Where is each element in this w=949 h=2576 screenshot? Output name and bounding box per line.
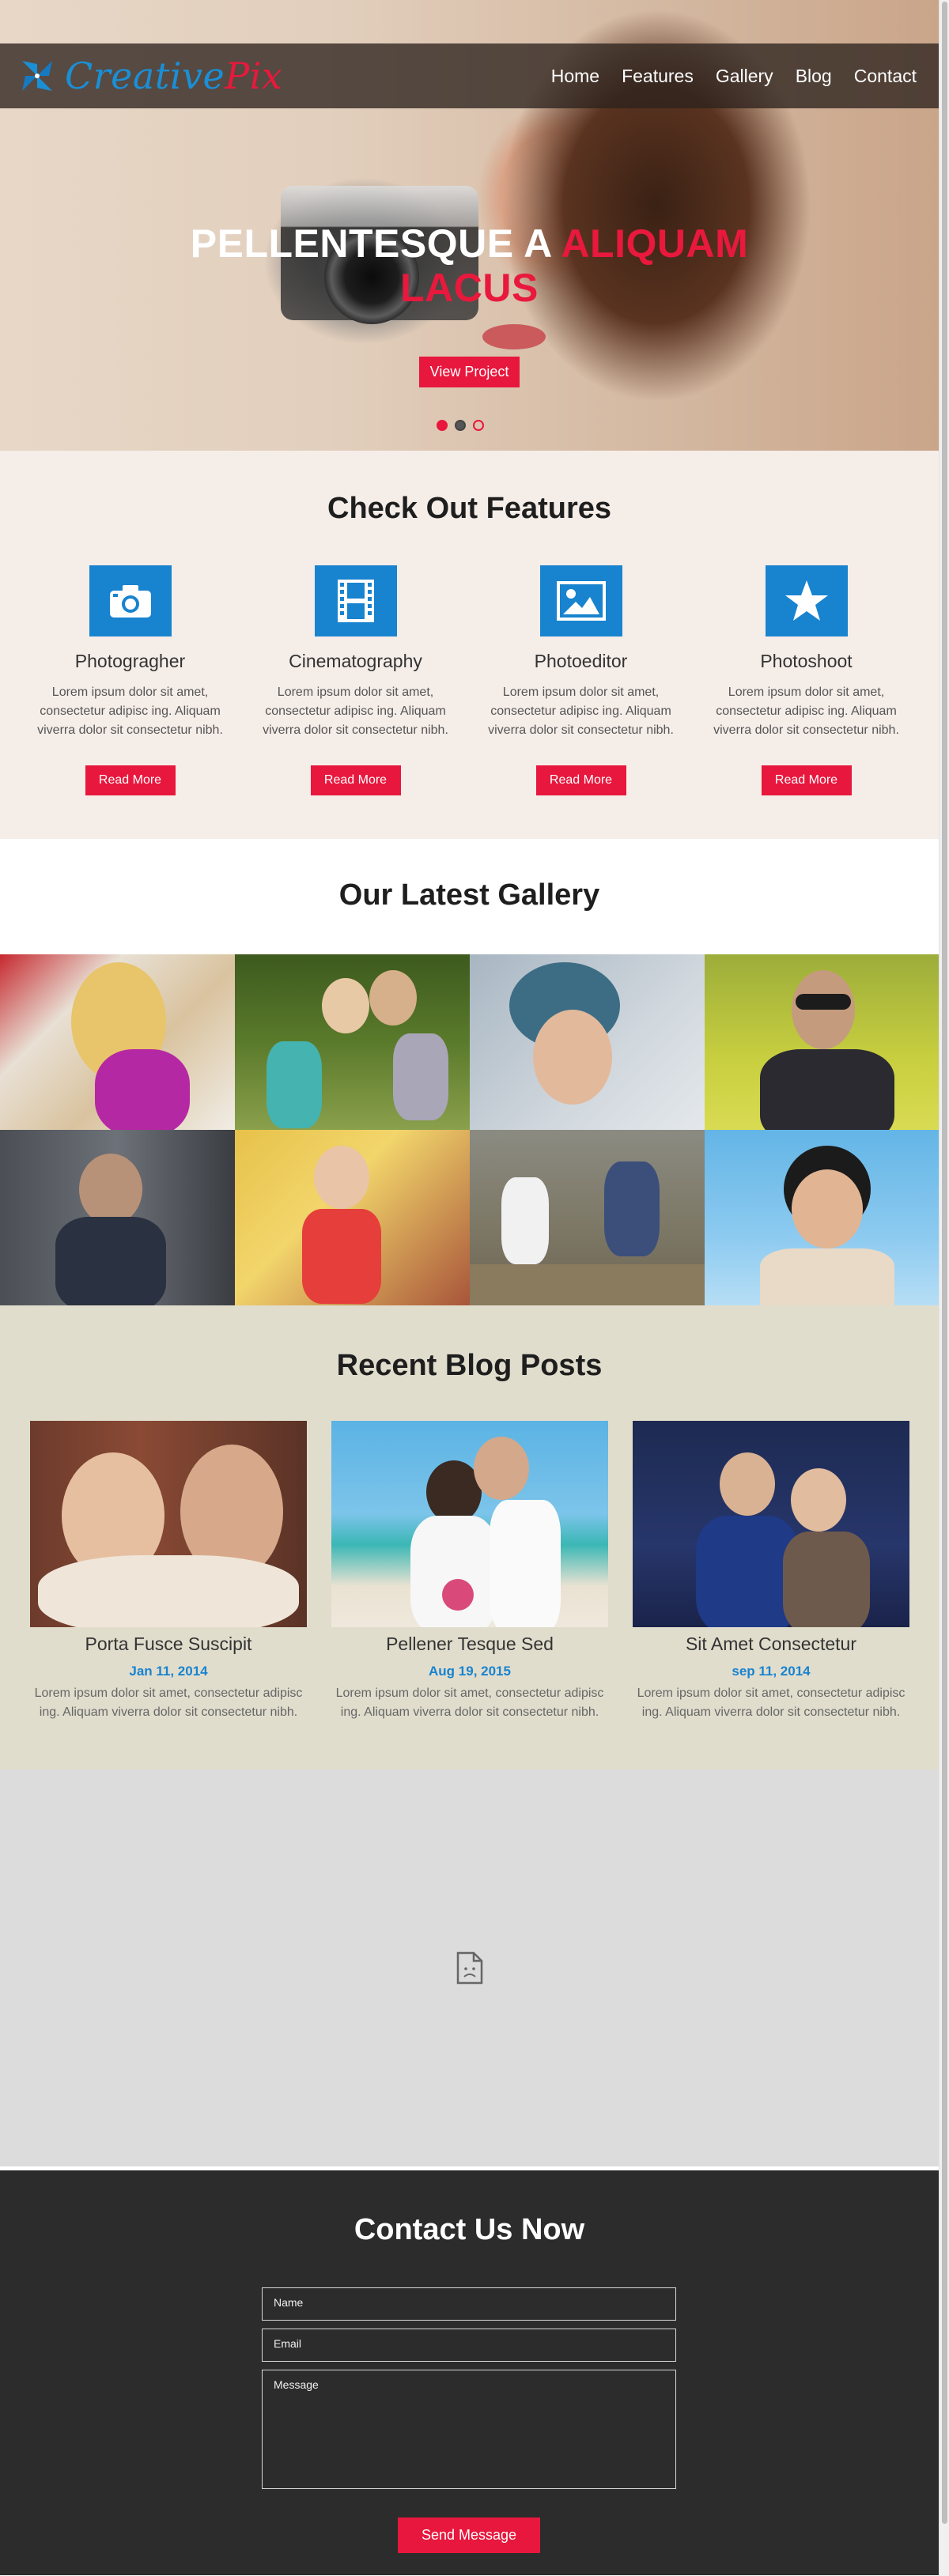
name-field[interactable]: Name — [262, 2287, 676, 2321]
send-message-button[interactable]: Send Message — [398, 2517, 540, 2553]
slider-dot-1[interactable] — [437, 420, 448, 431]
message-placeholder: Message — [274, 2378, 319, 2391]
email-placeholder: Email — [274, 2337, 302, 2350]
features-section: Check Out Features Photogragher Lorem ip… — [0, 451, 939, 839]
gallery-photo[interactable] — [0, 1130, 235, 1305]
blog-section: Recent Blog Posts Porta Fusce Suscipit J… — [0, 1305, 939, 1770]
broken-page-icon — [456, 1951, 482, 1985]
blog-post-card: Porta Fusce Suscipit Jan 11, 2014 Lorem … — [30, 1421, 307, 1722]
gallery-photo[interactable] — [705, 954, 939, 1130]
pinwheel-logo-icon — [22, 61, 52, 91]
blog-post-date: sep 11, 2014 — [732, 1664, 811, 1679]
blog-post-date: Jan 11, 2014 — [129, 1664, 208, 1679]
gallery-section-header: Our Latest Gallery — [0, 839, 939, 954]
nav-home[interactable]: Home — [551, 66, 599, 87]
blog-post-date: Aug 19, 2015 — [429, 1664, 511, 1679]
feature-title: Photoeditor — [534, 651, 628, 671]
blog-post-image[interactable] — [633, 1421, 909, 1627]
blog-post-title[interactable]: Porta Fusce Suscipit — [30, 1634, 307, 1655]
blog-post-card: Pellener Tesque Sed Aug 19, 2015 Lorem i… — [331, 1421, 608, 1722]
feature-title: Cinematography — [289, 651, 422, 671]
gallery-photo[interactable] — [470, 1130, 705, 1305]
hero-banner: CreativePix Home Features Gallery Blog C… — [0, 0, 939, 451]
blog-post-title[interactable]: Sit Amet Consectetur — [633, 1634, 909, 1655]
contact-title: Contact Us Now — [354, 2213, 585, 2246]
message-field[interactable]: Message — [262, 2370, 676, 2489]
name-placeholder: Name — [274, 2296, 304, 2309]
read-more-button[interactable]: Read More — [761, 765, 852, 795]
star-icon — [765, 565, 848, 636]
contact-section: Contact Us Now Name Email Message Send M… — [0, 2170, 939, 2575]
brand-logo[interactable]: CreativePix — [17, 55, 282, 97]
hero-model-lips — [482, 324, 546, 349]
feature-title: Photoshoot — [760, 651, 853, 671]
read-more-button[interactable]: Read More — [535, 765, 626, 795]
feature-card: Photoshoot Lorem ipsum dolor sit amet, c… — [694, 565, 919, 795]
film-icon — [314, 565, 397, 636]
slider-dot-3[interactable] — [473, 420, 484, 431]
features-title: Check Out Features — [327, 492, 611, 525]
gallery-photo[interactable] — [705, 1130, 939, 1305]
email-field[interactable]: Email — [262, 2329, 676, 2362]
nav-blog[interactable]: Blog — [796, 66, 832, 87]
camera-icon — [89, 565, 172, 636]
blog-post-card: Sit Amet Consectetur sep 11, 2014 Lorem … — [633, 1421, 909, 1722]
features-grid: Photogragher Lorem ipsum dolor sit amet,… — [17, 565, 919, 795]
gallery-grid — [0, 954, 939, 1305]
blog-post-image[interactable] — [30, 1421, 307, 1627]
page: CreativePix Home Features Gallery Blog C… — [0, 0, 939, 2576]
feature-text: Lorem ipsum dolor sit amet, consectetur … — [488, 686, 674, 737]
hero-title: PELLENTESQUE A ALIQUAM LACUS — [0, 221, 939, 310]
feature-text: Lorem ipsum dolor sit amet, consectetur … — [713, 686, 899, 737]
brand-name: CreativePix — [65, 55, 282, 97]
gallery-photo[interactable] — [0, 954, 235, 1130]
feature-card: Photoeditor Lorem ipsum dolor sit amet, … — [468, 565, 694, 795]
map-embed[interactable] — [0, 1770, 939, 2166]
view-project-button[interactable]: View Project — [419, 357, 520, 387]
feature-title: Photogragher — [74, 651, 186, 671]
feature-card: Photogragher Lorem ipsum dolor sit amet,… — [17, 565, 243, 795]
blog-post-excerpt: Lorem ipsum dolor sit amet, consectetur … — [335, 1686, 604, 1719]
blog-post-image[interactable] — [331, 1421, 608, 1627]
read-more-button[interactable]: Read More — [310, 765, 401, 795]
gallery-title: Our Latest Gallery — [338, 878, 600, 912]
top-navbar: CreativePix Home Features Gallery Blog C… — [0, 43, 939, 108]
nav-contact[interactable]: Contact — [854, 66, 917, 87]
brand-name-part2: Pix — [225, 55, 283, 97]
feature-text: Lorem ipsum dolor sit amet, consectetur … — [263, 686, 448, 737]
read-more-button[interactable]: Read More — [85, 765, 176, 795]
blog-post-excerpt: Lorem ipsum dolor sit amet, consectetur … — [34, 1686, 303, 1719]
blog-post-title[interactable]: Pellener Tesque Sed — [331, 1634, 608, 1655]
slider-dot-2[interactable] — [455, 420, 466, 431]
vertical-scrollbar[interactable] — [939, 0, 949, 2576]
brand-name-part1: Creative — [65, 55, 225, 97]
scrollbar-thumb[interactable] — [942, 2, 947, 2524]
gallery-photo[interactable] — [235, 954, 470, 1130]
feature-card: Cinematography Lorem ipsum dolor sit ame… — [243, 565, 468, 795]
gallery-photo[interactable] — [470, 954, 705, 1130]
hero-title-red-1: ALIQUAM — [561, 221, 749, 266]
main-nav: Home Features Gallery Blog Contact — [551, 66, 917, 87]
blog-posts: Porta Fusce Suscipit Jan 11, 2014 Lorem … — [30, 1421, 909, 1722]
picture-icon — [539, 565, 622, 636]
nav-features[interactable]: Features — [622, 66, 694, 87]
hero-title-red-2: LACUS — [400, 266, 539, 310]
gallery-photo[interactable] — [235, 1130, 470, 1305]
blog-post-excerpt: Lorem ipsum dolor sit amet, consectetur … — [637, 1686, 906, 1719]
feature-text: Lorem ipsum dolor sit amet, consectetur … — [37, 686, 223, 737]
hero-title-white: PELLENTESQUE A — [190, 221, 551, 266]
slider-dots — [437, 420, 484, 431]
blog-title: Recent Blog Posts — [336, 1349, 603, 1382]
nav-gallery[interactable]: Gallery — [716, 66, 773, 87]
